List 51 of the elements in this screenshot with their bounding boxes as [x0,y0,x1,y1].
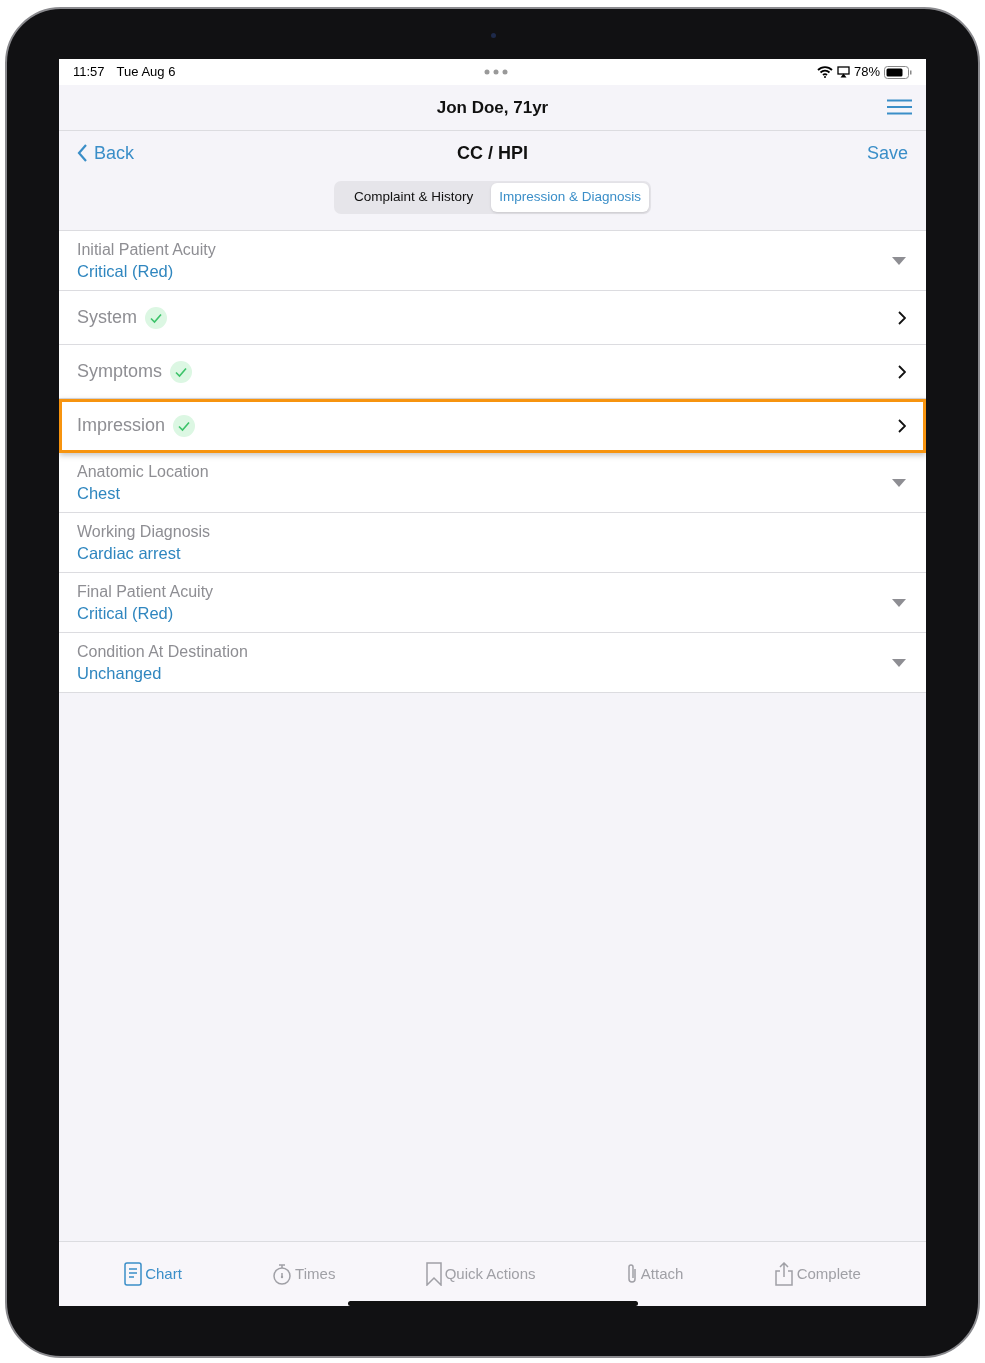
dropdown-triangle-icon [892,598,906,607]
page-title: CC / HPI [457,141,528,165]
back-button[interactable]: Back [77,139,135,167]
status-time: 11:57 [73,63,105,82]
bookmark-icon [425,1262,442,1286]
menu-icon [887,99,912,115]
airplay-icon [836,66,850,78]
segment-tab[interactable]: Complaint & History [335,183,492,212]
paperclip-icon [625,1263,638,1285]
stopwatch-icon [272,1263,293,1285]
chevron-right-icon [898,418,906,433]
field-label: Working Diagnosis [77,521,211,542]
field-label: Initial Patient Acuity [77,239,216,260]
patient-title: Jon Doe, 71yr [436,96,549,119]
field-label: Impression [77,414,166,437]
check-icon [173,414,196,437]
field-value: Critical (Red) [77,602,175,624]
dropdown-triangle-icon [892,658,906,667]
form-row[interactable]: Impression [59,399,926,453]
field-value: Chest [77,482,122,504]
chevron-right-icon [898,310,906,325]
field-label: Symptoms [77,360,163,383]
save-button[interactable]: Save [866,139,908,167]
field-value: Critical (Red) [77,260,175,282]
back-chevron-icon [77,144,88,162]
camera-icon [491,33,496,38]
tab-bar-item[interactable]: Times [272,1262,336,1286]
chevron-right-icon [898,364,906,379]
tab-bar-item[interactable]: Attach [625,1262,684,1286]
check-icon [145,306,167,329]
status-date: Tue Aug 6 [116,63,176,82]
field-value: Cardiac arrest [77,542,182,564]
battery-percent: 78% [853,63,880,82]
field-label: System [77,306,137,329]
dropdown-triangle-icon [892,256,906,265]
field-label: Final Patient Acuity [77,581,214,602]
battery-icon [884,65,912,79]
menu-button[interactable] [887,99,912,115]
segment-tab[interactable]: Impression & Diagnosis [491,183,650,212]
tab-bar-item[interactable]: Complete [773,1262,861,1286]
document-icon [124,1262,143,1286]
field-value: Unchanged [77,662,163,684]
share-icon [773,1262,794,1286]
check-icon [170,360,193,383]
tab-bar-item[interactable]: Chart [124,1262,182,1286]
tab-bar-item[interactable]: Quick Actions [425,1262,536,1286]
field-label: Anatomic Location [77,461,209,482]
more-icon [484,69,509,75]
wifi-icon [816,66,833,78]
dropdown-triangle-icon [892,478,906,487]
field-label: Condition At Destination [77,641,248,662]
